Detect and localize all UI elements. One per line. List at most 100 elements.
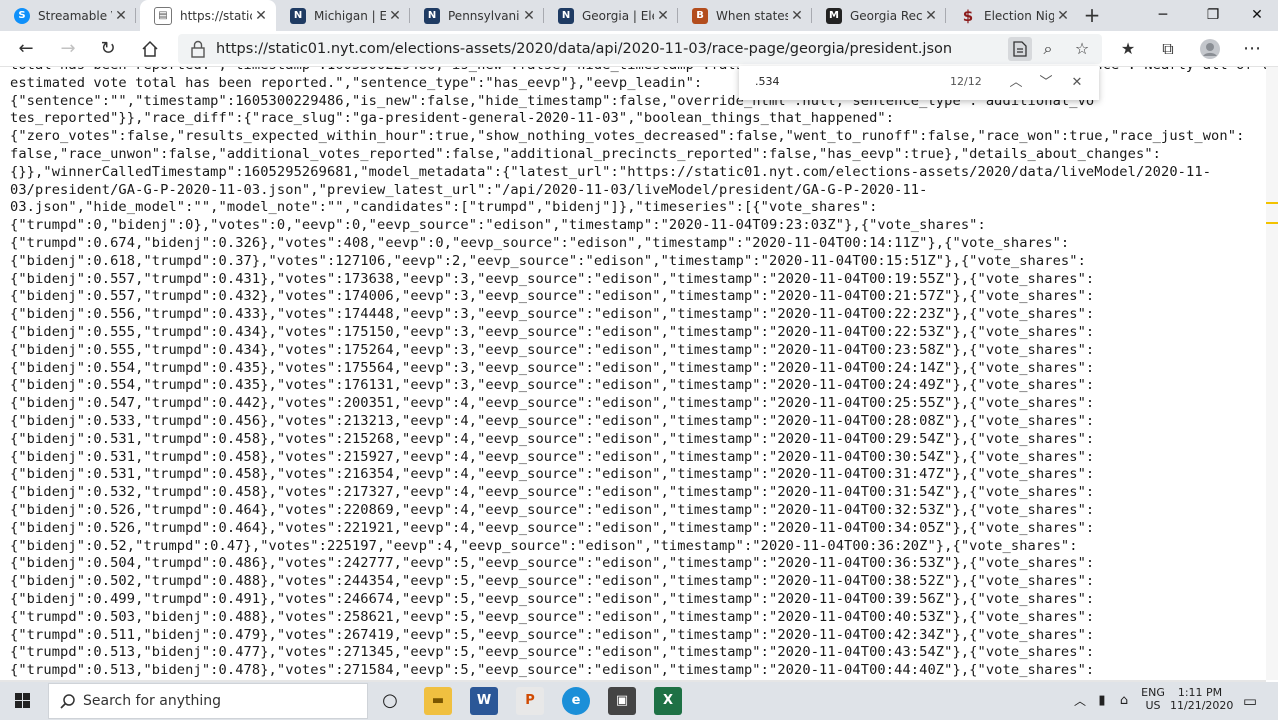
tab-separator [135, 8, 136, 23]
find-match-marker [1266, 202, 1278, 204]
dollar-icon: $ [962, 6, 974, 25]
json-text-line: {"bidenj":0.532,"trumpd":0.458},"votes":… [10, 484, 1095, 501]
profile-avatar-icon[interactable] [1196, 35, 1224, 63]
address-bar[interactable]: https://static01.nyt.com/elections-asset… [178, 34, 1102, 64]
collections-icon[interactable]: ⧉ [1154, 35, 1182, 63]
json-text-line: {"bidenj":0.554,"trumpd":0.435},"votes":… [10, 377, 1095, 394]
json-text-line: {"trumpd":0.503,"bidenj":0.488},"votes":… [10, 608, 1095, 625]
tab-title: Georgia | Elect [582, 8, 654, 23]
close-tab-icon[interactable]: ✕ [788, 8, 806, 24]
forward-icon[interactable]: → [54, 35, 82, 63]
json-text-line: {"bidenj":0.502,"trumpd":0.488},"votes":… [10, 573, 1095, 590]
json-text-line: {"trumpd":0.511,"bidenj":0.479},"votes":… [10, 626, 1095, 643]
clock[interactable]: 1:11 PM 11/21/2020 [1170, 682, 1234, 724]
tab-title: https://static0 [180, 8, 252, 23]
tab-when-states[interactable]: B When states c ✕ [678, 0, 812, 31]
tab-strip: S Streamable Vi ✕ ▤ https://static0 ✕ N … [0, 0, 1278, 31]
refresh-icon[interactable]: ↻ [94, 35, 122, 63]
minimize-icon[interactable]: ─ [1140, 0, 1186, 31]
json-text-line: {"bidenj":0.547,"trumpd":0.442},"votes":… [10, 395, 1095, 412]
tab-title: Election Night [984, 8, 1054, 23]
medium-icon: M [826, 7, 842, 24]
reading-view-icon[interactable] [1008, 37, 1032, 61]
excel-icon[interactable]: X [654, 687, 682, 715]
json-text-line: {"bidenj":0.526,"trumpd":0.464},"votes":… [10, 502, 1095, 518]
find-match-marker [1266, 222, 1278, 224]
json-text-line: {"bidenj":0.554,"trumpd":0.435},"votes":… [10, 359, 1095, 376]
json-text-line: {"trumpd":0,"bidenj":0},"votes":0,"eevp"… [10, 217, 986, 234]
close-tab-icon[interactable]: ✕ [112, 8, 130, 24]
home-icon[interactable] [136, 35, 164, 63]
tab-json-active[interactable]: ▤ https://static0 ✕ [140, 0, 276, 31]
json-text-line: {"bidenj":0.504,"trumpd":0.486},"votes":… [10, 555, 1095, 572]
find-previous-icon[interactable]: ︿ [1005, 72, 1027, 94]
lock-icon [191, 40, 205, 58]
microphone-icon[interactable]: ▮ [1094, 682, 1110, 720]
clock-date: 11/21/2020 [1170, 699, 1234, 712]
task-view-icon[interactable]: ○ [376, 687, 404, 715]
json-text-line: {"bidenj":0.531,"trumpd":0.458},"votes":… [10, 448, 1095, 465]
close-tab-icon[interactable]: ✕ [386, 8, 404, 24]
json-text-line: {"bidenj":0.499,"trumpd":0.491},"votes":… [10, 591, 1095, 607]
json-text-line: {}},"winnerCalledTimestamp":160529526968… [10, 163, 1212, 180]
find-result-count: 12/12 [950, 75, 982, 88]
json-text-line: {"bidenj":0.557,"trumpd":0.432},"votes":… [10, 288, 1095, 305]
close-tab-icon[interactable]: ✕ [654, 8, 672, 24]
taskbar-search-box[interactable]: Search for anything [48, 683, 368, 719]
url-text: https://static01.nyt.com/elections-asset… [216, 41, 953, 57]
nyt-icon: N [424, 7, 440, 24]
json-page-content: total has been reported.","timestamp":16… [0, 67, 1266, 680]
json-text-line: 03/president/GA-G-P-2020-11-03.json","pr… [10, 181, 928, 198]
edge-browser-icon[interactable]: e [562, 687, 590, 715]
favorite-star-icon[interactable]: ☆ [1068, 35, 1096, 63]
windows-start-icon[interactable] [0, 682, 46, 720]
store-icon[interactable]: ▣ [608, 687, 636, 715]
window-close-icon[interactable]: ✕ [1234, 0, 1278, 31]
json-text-line: {"trumpd":0.513,"bidenj":0.478},"votes":… [10, 662, 1095, 679]
close-tab-icon[interactable]: ✕ [922, 8, 940, 24]
tray-overflow-icon[interactable]: ︿ [1070, 682, 1090, 720]
tab-georgia[interactable]: N Georgia | Elect ✕ [544, 0, 678, 31]
close-tab-icon[interactable]: ✕ [520, 8, 538, 24]
favorites-list-icon[interactable]: ★ [1114, 35, 1142, 63]
find-next-icon[interactable]: ﹀ [1035, 72, 1057, 94]
json-text-line: {"bidenj":0.556,"trumpd":0.433},"votes":… [10, 306, 1095, 323]
language-indicator[interactable]: ENG US [1136, 682, 1170, 724]
close-tab-icon[interactable]: ✕ [252, 8, 270, 24]
powerpoint-icon[interactable]: P [516, 687, 544, 715]
tab-title: Michigan | Ele [314, 8, 386, 23]
tab-michigan[interactable]: N Michigan | Ele ✕ [276, 0, 410, 31]
notifications-icon[interactable]: ▭ [1238, 682, 1262, 720]
json-text-line: estimated vote total has been reported."… [10, 74, 703, 91]
close-tab-icon[interactable]: ✕ [1054, 8, 1072, 24]
vertical-scrollbar[interactable] [1266, 67, 1278, 680]
back-icon[interactable]: ← [12, 35, 40, 63]
zoom-icon[interactable]: ⌕ [1034, 35, 1062, 63]
nyt-icon: N [558, 7, 574, 24]
word-icon[interactable]: W [470, 687, 498, 715]
json-text-line: {"bidenj":0.531,"trumpd":0.458},"votes":… [10, 466, 1095, 483]
json-text-line: {"trumpd":0.513,"bidenj":0.477},"votes":… [10, 644, 1095, 661]
json-text-line: {"bidenj":0.557,"trumpd":0.431},"votes":… [10, 270, 1095, 287]
taskbar-search-placeholder: Search for anything [83, 693, 221, 709]
bing-icon: B [692, 7, 708, 24]
find-input[interactable]: .534 [755, 75, 780, 88]
more-menu-icon[interactable]: ⋯ [1238, 35, 1266, 63]
new-tab-plus-icon[interactable]: + [1080, 4, 1104, 28]
file-explorer-icon[interactable]: ▬ [424, 687, 452, 715]
tab-pennsylvania[interactable]: N Pennsylvania | ✕ [410, 0, 544, 31]
json-text-line: {"bidenj":0.618,"trumpd":0.37},"votes":1… [10, 252, 1086, 269]
maximize-icon[interactable]: ❐ [1190, 0, 1236, 31]
browser-toolbar: ← → ↻ https://static01.nyt.com/elections… [0, 31, 1278, 67]
streamable-icon: S [14, 7, 30, 24]
tab-election-night[interactable]: $ Election Night ✕ [946, 0, 1078, 31]
json-text-line: {"zero_votes":false,"results_expected_wi… [10, 128, 1245, 145]
network-icon[interactable]: ⌂ [1114, 682, 1134, 720]
tab-georgia-record[interactable]: M Georgia Recor ✕ [812, 0, 946, 31]
tab-streamable[interactable]: S Streamable Vi ✕ [0, 0, 136, 31]
tab-title: When states c [716, 8, 788, 23]
json-text-line: {"bidenj":0.533,"trumpd":0.456},"votes":… [10, 413, 1095, 429]
json-text-line: {"trumpd":0.674,"bidenj":0.326},"votes":… [10, 235, 1070, 251]
find-close-icon[interactable]: ✕ [1066, 72, 1088, 94]
json-text-line: {"bidenj":0.526,"trumpd":0.464},"votes":… [10, 519, 1095, 536]
